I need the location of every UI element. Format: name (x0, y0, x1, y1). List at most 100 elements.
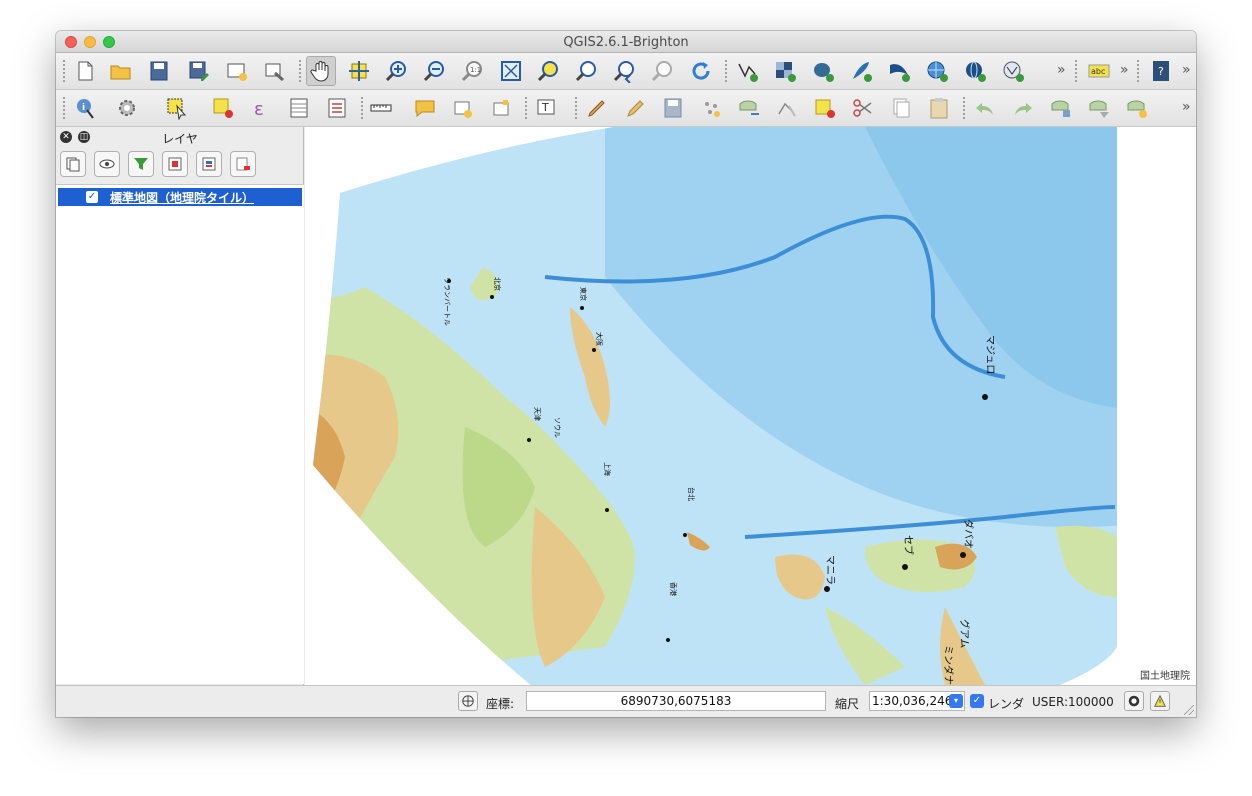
zoom-in-button[interactable] (382, 56, 412, 86)
zoom-full-icon (501, 61, 521, 81)
new-file-icon (78, 61, 93, 81)
messages-button[interactable] (1150, 691, 1170, 711)
layer-name: 標準地図（地理院タイル） (110, 191, 255, 205)
add-wfs-layer-button[interactable] (998, 56, 1028, 86)
layer-visibility-checkbox[interactable]: ✓ (86, 191, 98, 203)
zoom-actual-size-button[interactable]: 1:1 (458, 56, 488, 86)
add-group-button[interactable] (60, 151, 86, 177)
toolbar-overflow-button[interactable]: » (1182, 62, 1191, 78)
measure-line-button[interactable] (366, 93, 396, 123)
toolbar-grip[interactable] (1136, 59, 1141, 84)
composer-manager-button[interactable] (260, 56, 290, 86)
add-feature-button[interactable] (696, 93, 726, 123)
scale-value: 1:30,036,246 (872, 694, 953, 708)
toolbar-grip[interactable] (724, 59, 729, 84)
coordinate-field[interactable]: 6890730,6075183 (526, 691, 826, 711)
redo-button[interactable] (1008, 93, 1038, 123)
save-as-button[interactable] (184, 56, 214, 86)
paste-features-button[interactable] (924, 93, 954, 123)
open-attribute-table-button[interactable] (284, 93, 314, 123)
crs-status-button[interactable]: USER:100000 (1032, 695, 1114, 709)
help-button[interactable]: ? (1146, 56, 1176, 86)
toolbar-overflow-button[interactable]: » (1120, 62, 1129, 78)
simplify-icon (1089, 100, 1109, 118)
attributes-toolbar: i ε T » (56, 90, 1196, 127)
toolbar-overflow-button[interactable]: » (1057, 62, 1066, 78)
zoom-last-icon (613, 61, 634, 83)
new-print-composer-button[interactable] (222, 56, 252, 86)
add-wms-layer-button[interactable] (922, 56, 952, 86)
add-mssql-layer-button[interactable] (884, 56, 914, 86)
add-postgis-layer-button[interactable] (808, 56, 838, 86)
toolbar-overflow-button[interactable]: » (1182, 99, 1191, 115)
copy-features-button[interactable] (886, 93, 916, 123)
zoom-to-layer-icon (575, 61, 596, 82)
toggle-editing-button[interactable] (620, 93, 650, 123)
toolbar-grip[interactable] (298, 59, 303, 84)
delete-selected-button[interactable] (810, 93, 840, 123)
remove-layer-button[interactable] (230, 151, 256, 177)
field-calculator-button[interactable] (322, 93, 352, 123)
chevron-down-icon[interactable]: ▾ (949, 694, 963, 708)
toolbar-grip[interactable] (524, 96, 529, 121)
toolbar-grip[interactable] (574, 96, 579, 121)
current-edits-button[interactable] (582, 93, 612, 123)
select-features-button[interactable] (162, 93, 192, 123)
zoom-out-button[interactable] (420, 56, 450, 86)
add-vector-layer-button[interactable] (732, 56, 762, 86)
undo-button[interactable] (970, 93, 1000, 123)
toolbar-grip[interactable] (962, 96, 967, 121)
filter-legend-button[interactable] (128, 151, 154, 177)
toolbar-grip[interactable] (1074, 59, 1079, 84)
zoom-to-layer-button[interactable] (572, 56, 602, 86)
save-edits-icon (664, 98, 682, 118)
identify-features-button[interactable]: i (70, 93, 100, 123)
zoom-last-button[interactable] (610, 56, 640, 86)
cut-features-button[interactable] (848, 93, 878, 123)
map-tips-button[interactable] (410, 93, 440, 123)
pan-to-selection-button[interactable] (344, 56, 374, 86)
add-ring-button[interactable] (1122, 93, 1152, 123)
label-tool-button[interactable]: abc (1084, 56, 1114, 86)
pan-tool-button[interactable] (306, 56, 336, 86)
expand-all-button[interactable] (162, 151, 188, 177)
render-checkbox[interactable]: ✓ (970, 694, 984, 708)
mouse-coordinate-toggle-button[interactable] (458, 691, 478, 711)
svg-text:ε: ε (254, 99, 264, 120)
show-bookmarks-button[interactable] (486, 93, 516, 123)
node-tool-button[interactable] (772, 93, 802, 123)
select-by-expression-button[interactable]: ε (246, 93, 276, 123)
manage-visibility-button[interactable] (94, 151, 120, 177)
zoom-next-button[interactable] (648, 56, 678, 86)
add-raster-icon (776, 62, 796, 82)
refresh-button[interactable] (686, 56, 716, 86)
zoom-to-selection-button[interactable] (534, 56, 564, 86)
window-resize-grip[interactable] (1184, 705, 1194, 715)
zoom-full-button[interactable] (496, 56, 526, 86)
add-spatialite-layer-button[interactable] (846, 56, 876, 86)
add-wcs-layer-button[interactable] (960, 56, 990, 86)
simplify-feature-button[interactable] (1084, 93, 1114, 123)
add-raster-layer-button[interactable] (770, 56, 800, 86)
open-project-button[interactable] (106, 56, 136, 86)
move-feature-button[interactable] (734, 93, 764, 123)
toolbar-grip[interactable] (360, 96, 365, 121)
crs-button[interactable] (1124, 691, 1144, 711)
toolbar-grip[interactable] (62, 96, 67, 121)
rotate-point-symbols-button[interactable] (1046, 93, 1076, 123)
map-label: ダバオ (962, 519, 975, 549)
new-project-button[interactable] (70, 56, 100, 86)
map-canvas[interactable]: ウランバートル 北京 天津 東京 大阪 ソウル 上海 台北 香港 マニラ セブ … (305, 127, 1196, 685)
new-bookmark-button[interactable] (448, 93, 478, 123)
layer-row[interactable]: ✓ 標準地図（地理院タイル） (58, 188, 302, 206)
save-project-button[interactable] (144, 56, 174, 86)
text-annotation-icon: T (537, 99, 555, 115)
scale-combo[interactable]: 1:30,036,246 ▾ (869, 691, 965, 711)
collapse-all-button[interactable] (196, 151, 222, 177)
text-annotation-button[interactable]: T (532, 93, 562, 123)
deselect-all-button[interactable] (208, 93, 238, 123)
save-layer-edits-button[interactable] (658, 93, 688, 123)
run-feature-action-button[interactable] (112, 93, 142, 123)
toolbar-grip[interactable] (62, 59, 67, 84)
undo-icon (976, 103, 993, 115)
